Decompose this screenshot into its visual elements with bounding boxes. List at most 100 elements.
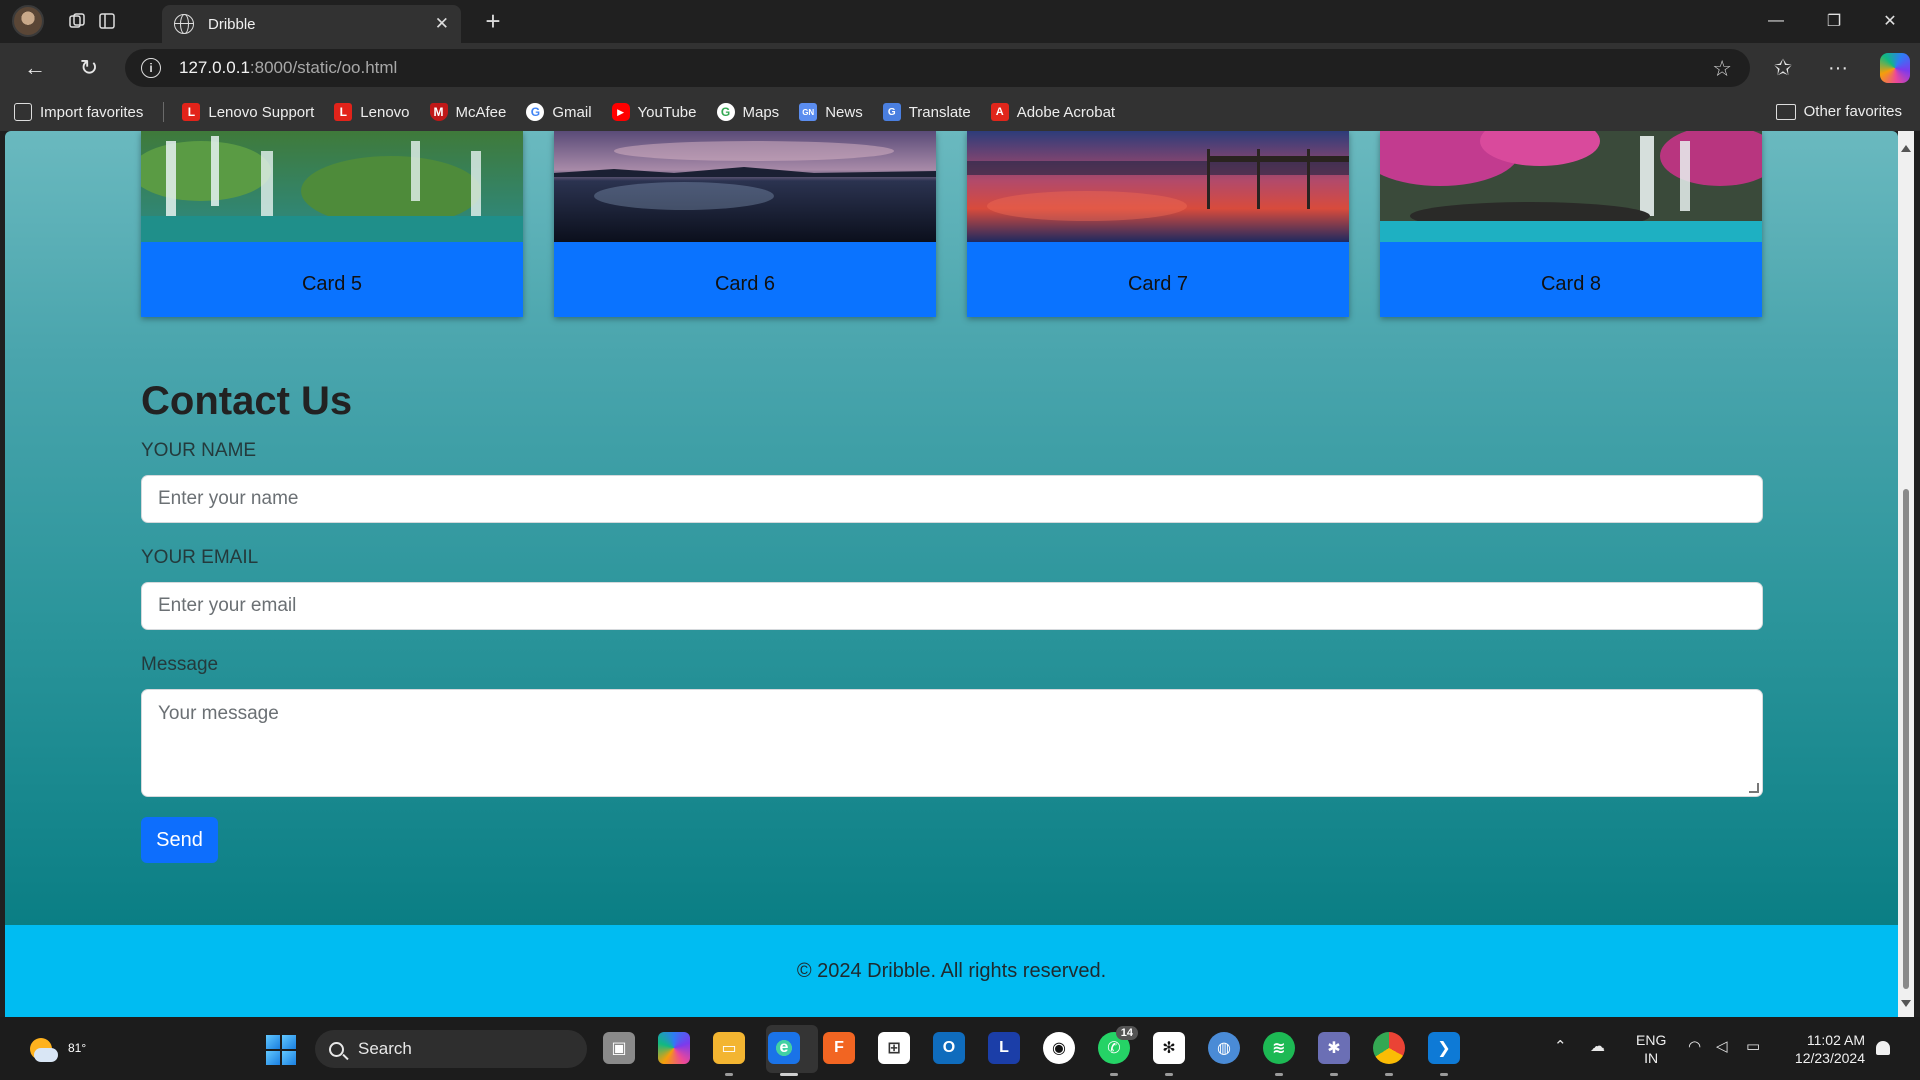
filezilla-icon[interactable]: F bbox=[823, 1032, 855, 1064]
favorites-bar: Import favorites L Lenovo Support L Leno… bbox=[0, 93, 1920, 131]
card-image bbox=[131, 131, 523, 242]
fav-youtube[interactable]: ▶ YouTube bbox=[611, 103, 697, 121]
clock[interactable]: 11:02 AM 12/23/2024 bbox=[1787, 1031, 1865, 1067]
more-menu-icon[interactable]: ··· bbox=[1821, 53, 1855, 83]
name-input[interactable]: Enter your name bbox=[141, 475, 1763, 523]
fav-mcafee[interactable]: M McAfee bbox=[429, 103, 506, 121]
search-icon bbox=[329, 1041, 344, 1057]
battery-icon[interactable]: ▭ bbox=[1746, 1037, 1760, 1055]
other-favorites-label: Other favorites bbox=[1803, 103, 1902, 120]
card[interactable]: Card 7 bbox=[967, 131, 1349, 317]
favorites-icon[interactable]: ✩ bbox=[1766, 53, 1800, 83]
translate-icon: G bbox=[882, 103, 901, 121]
network-globe-icon[interactable]: ◍ bbox=[1208, 1032, 1240, 1064]
send-button[interactable]: Send bbox=[141, 817, 218, 863]
other-favorites[interactable]: Other favorites bbox=[1775, 103, 1902, 120]
url-path: :8000/static/oo.html bbox=[249, 58, 398, 77]
language-indicator[interactable]: ENG IN bbox=[1636, 1031, 1666, 1067]
tab-actions-icon[interactable] bbox=[92, 8, 122, 34]
email-input[interactable]: Enter your email bbox=[141, 582, 1763, 630]
copilot-icon[interactable] bbox=[1880, 53, 1910, 83]
search-label: Search bbox=[358, 1039, 412, 1058]
language-code: ENG bbox=[1636, 1032, 1667, 1048]
active-indicator bbox=[780, 1073, 798, 1076]
running-indicator bbox=[1330, 1073, 1338, 1076]
tab-dribble[interactable]: Dribble ✕ bbox=[162, 5, 461, 43]
volume-icon[interactable]: ◁ bbox=[1716, 1037, 1728, 1055]
resize-handle-icon[interactable] bbox=[1749, 783, 1759, 793]
tab-title: Dribble bbox=[208, 15, 256, 33]
onedrive-icon[interactable]: ☁ bbox=[1590, 1037, 1605, 1055]
scroll-up-icon[interactable] bbox=[1901, 145, 1911, 152]
chatgpt-icon[interactable]: ✻ bbox=[1153, 1032, 1185, 1064]
fav-translate[interactable]: G Translate bbox=[882, 103, 971, 121]
message-textarea[interactable]: Your message bbox=[141, 689, 1763, 797]
footer-copyright: © 2024 Dribble. All rights reserved. bbox=[796, 959, 1107, 982]
spotify-icon[interactable]: ≋ bbox=[1263, 1032, 1295, 1064]
scroll-down-icon[interactable] bbox=[1901, 1000, 1911, 1007]
microsoft-store-icon[interactable]: ⊞ bbox=[878, 1032, 910, 1064]
globe-icon bbox=[174, 14, 194, 34]
page-scrollbar[interactable] bbox=[1898, 131, 1914, 1017]
wifi-icon[interactable]: ◠ bbox=[1688, 1037, 1701, 1055]
fav-label: Adobe Acrobat bbox=[1016, 103, 1116, 121]
favorite-star-icon[interactable]: ☆ bbox=[1712, 56, 1732, 82]
weather-widget[interactable]: 81° bbox=[26, 1032, 86, 1064]
running-indicator bbox=[1275, 1073, 1283, 1076]
fav-gmail[interactable]: G Gmail bbox=[526, 103, 592, 121]
card-title: Card 8 bbox=[1540, 273, 1602, 295]
fav-label: Translate bbox=[908, 103, 971, 121]
whatsapp-icon[interactable]: ✆ 14 bbox=[1098, 1026, 1138, 1064]
fav-label: YouTube bbox=[637, 103, 697, 121]
file-explorer-icon[interactable]: ▭ bbox=[713, 1032, 745, 1064]
copilot-app-icon[interactable] bbox=[658, 1032, 690, 1064]
refresh-icon[interactable]: ↻ bbox=[72, 53, 106, 83]
task-view-icon[interactable]: ▣ bbox=[603, 1032, 635, 1064]
fav-news[interactable]: GN News bbox=[799, 103, 863, 121]
github-icon[interactable]: ◉ bbox=[1043, 1032, 1075, 1064]
lenovo-icon: L bbox=[182, 103, 201, 121]
fav-lenovo-support[interactable]: L Lenovo Support bbox=[182, 103, 314, 121]
windows-start-icon[interactable] bbox=[266, 1035, 296, 1065]
page-viewport: Card 5 Card 6 Card 7 Card 8 Contact Us Y… bbox=[5, 131, 1898, 1017]
vscode-icon[interactable]: ❯ bbox=[1428, 1032, 1460, 1064]
restore-icon[interactable]: ❐ bbox=[1814, 8, 1854, 34]
fav-maps[interactable]: G Maps bbox=[716, 103, 779, 121]
fav-lenovo[interactable]: L Lenovo bbox=[334, 103, 410, 121]
card-title: Card 7 bbox=[1127, 273, 1189, 295]
minimize-icon[interactable]: — bbox=[1756, 8, 1796, 34]
card[interactable]: Card 8 bbox=[1360, 131, 1780, 317]
lenovo-vantage-icon[interactable]: L bbox=[988, 1032, 1020, 1064]
import-icon bbox=[14, 103, 32, 121]
mcafee-icon: M bbox=[429, 103, 448, 121]
back-arrow-icon[interactable]: ← bbox=[18, 53, 52, 83]
name-placeholder: Enter your name bbox=[158, 488, 299, 509]
taskbar-search[interactable]: Search bbox=[315, 1030, 587, 1068]
card[interactable]: Card 6 bbox=[554, 131, 936, 317]
google-icon: G bbox=[716, 103, 735, 121]
close-tab-icon[interactable]: ✕ bbox=[435, 14, 449, 34]
outlook-icon[interactable]: O bbox=[933, 1032, 965, 1064]
address-bar[interactable]: i 127.0.0.1:8000/static/oo.html ☆ bbox=[125, 49, 1750, 87]
date: 12/23/2024 bbox=[1794, 1050, 1865, 1066]
close-window-icon[interactable]: ✕ bbox=[1870, 8, 1910, 34]
collections-icon[interactable] bbox=[62, 8, 92, 34]
email-label: YOUR EMAIL bbox=[141, 547, 259, 568]
chevron-up-icon[interactable]: ⌃ bbox=[1554, 1037, 1567, 1055]
edge-icon[interactable]: e bbox=[768, 1032, 800, 1064]
youtube-icon: ▶ bbox=[611, 103, 630, 121]
profile-avatar[interactable] bbox=[12, 5, 44, 37]
fav-import-favorites[interactable]: Import favorites bbox=[14, 103, 143, 121]
card[interactable]: Card 5 bbox=[131, 131, 523, 317]
taskbar: 81° Search ▣ ▭ e F ⊞ O L ◉ ✆ 14 ✻ ◍ ≋ ✱ ❯… bbox=[0, 1017, 1920, 1080]
scroll-thumb[interactable] bbox=[1903, 489, 1909, 989]
acrobat-icon: A bbox=[990, 103, 1009, 121]
fav-label: Lenovo bbox=[360, 103, 410, 121]
chrome-icon[interactable] bbox=[1373, 1032, 1405, 1064]
new-tab-button[interactable]: + bbox=[478, 6, 508, 36]
notification-bell-icon[interactable] bbox=[1876, 1041, 1890, 1055]
bug-app-icon[interactable]: ✱ bbox=[1318, 1032, 1350, 1064]
site-info-icon[interactable]: i bbox=[141, 58, 161, 78]
card-title: Card 6 bbox=[714, 273, 776, 295]
fav-adobe-acrobat[interactable]: A Adobe Acrobat bbox=[990, 103, 1116, 121]
